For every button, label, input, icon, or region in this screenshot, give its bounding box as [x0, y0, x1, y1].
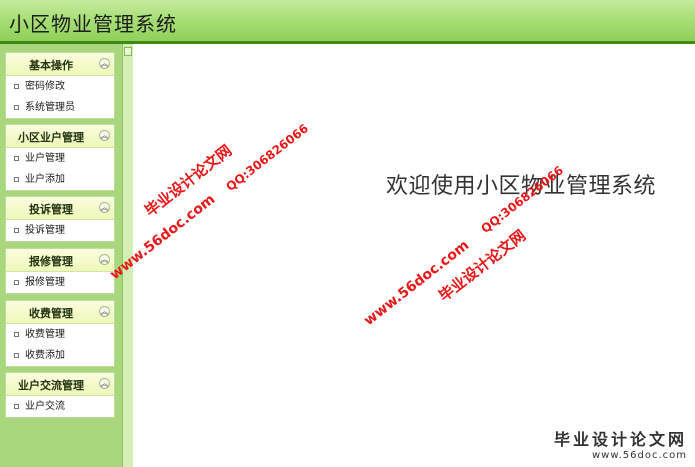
bullet-icon [14, 156, 19, 161]
collapse-icon[interactable]: ︽ [99, 130, 110, 141]
nav-group-title: 业户交流管理 [18, 379, 84, 392]
sidebar: 基本操作 ︽ 密码修改 系统管理员 小区业户管理 ︽ 业户管理 业户添加 投诉管… [0, 44, 122, 467]
nav-group-fees: 收费管理 ︽ 收费管理 收费添加 [5, 300, 115, 367]
nav-item-password-change[interactable]: 密码修改 [6, 76, 114, 97]
collapse-icon[interactable]: ︽ [99, 202, 110, 213]
nav-group-title: 基本操作 [29, 59, 73, 72]
nav-group-header[interactable]: 报修管理 ︽ [6, 249, 114, 272]
app-title: 小区物业管理系统 [9, 12, 177, 36]
bullet-icon [14, 404, 19, 409]
bullet-icon [14, 332, 19, 337]
bullet-icon [14, 105, 19, 110]
nav-item-fee-manage[interactable]: 收费管理 [6, 324, 114, 345]
collapse-icon[interactable]: ︽ [99, 254, 110, 265]
nav-group-basic: 基本操作 ︽ 密码修改 系统管理员 [5, 52, 115, 119]
collapse-icon[interactable]: ︽ [99, 306, 110, 317]
bullet-icon [14, 84, 19, 89]
nav-group-header[interactable]: 投诉管理 ︽ [6, 197, 114, 220]
nav-item-resident-manage[interactable]: 业户管理 [6, 148, 114, 169]
nav-group-header[interactable]: 小区业户管理 ︽ [6, 125, 114, 148]
nav-group-header[interactable]: 业户交流管理 ︽ [6, 373, 114, 396]
nav-group-residents: 小区业户管理 ︽ 业户管理 业户添加 [5, 124, 115, 191]
nav-item-resident-exchange[interactable]: 业户交流 [6, 396, 114, 417]
nav-item-fee-add[interactable]: 收费添加 [6, 345, 114, 366]
nav-item-repair-manage[interactable]: 报修管理 [6, 272, 114, 293]
nav-group-header[interactable]: 基本操作 ︽ [6, 53, 114, 76]
watermark-qq-1: QQ:306826066 [223, 121, 312, 194]
nav-group-repairs: 报修管理 ︽ 报修管理 [5, 248, 115, 294]
brand-logo: 毕业设计论文网 www.56doc.com [554, 426, 687, 461]
bullet-icon [14, 177, 19, 182]
app-header: 小区物业管理系统 [0, 0, 695, 44]
nav-group-complaints: 投诉管理 ︽ 投诉管理 [5, 196, 115, 242]
brand-url: www.56doc.com [591, 450, 687, 461]
brand-name: 毕业设计论文网 [553, 430, 687, 449]
splitter-handle[interactable] [124, 47, 132, 56]
nav-group-communication: 业户交流管理 ︽ 业户交流 [5, 372, 115, 418]
collapse-icon[interactable]: ︽ [99, 58, 110, 69]
nav-item-complaint-manage[interactable]: 投诉管理 [6, 220, 114, 241]
nav-group-title: 投诉管理 [29, 203, 73, 216]
nav-group-title: 小区业户管理 [18, 131, 84, 144]
bullet-icon [14, 228, 19, 233]
bullet-icon [14, 353, 19, 358]
nav-item-system-admin[interactable]: 系统管理员 [6, 97, 114, 118]
nav-group-title: 报修管理 [29, 255, 73, 268]
nav-group-title: 收费管理 [29, 307, 73, 320]
nav-item-resident-add[interactable]: 业户添加 [6, 169, 114, 190]
bullet-icon [14, 280, 19, 285]
nav-group-header[interactable]: 收费管理 ︽ [6, 301, 114, 324]
collapse-icon[interactable]: ︽ [99, 378, 110, 389]
